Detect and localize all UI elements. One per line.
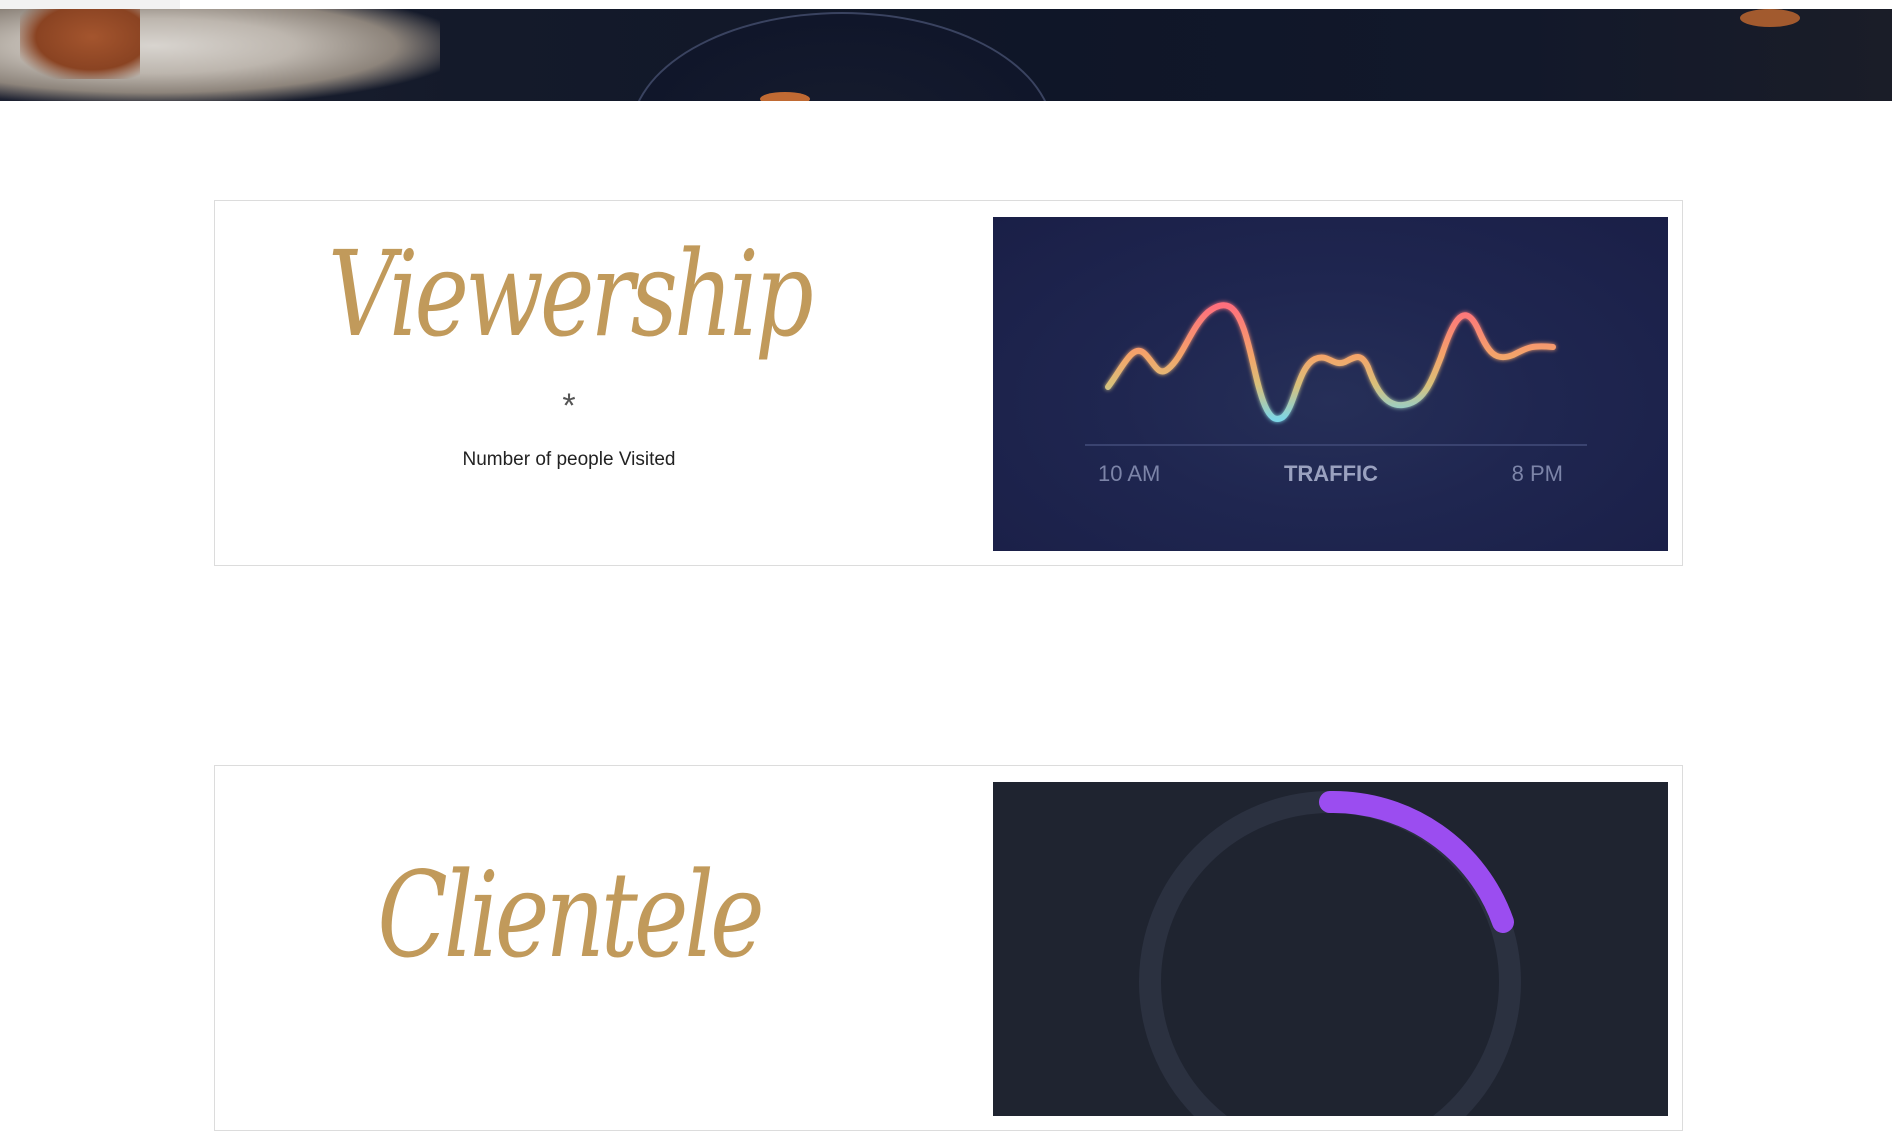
hero-nut xyxy=(1740,9,1800,27)
donut-progress-arc xyxy=(1319,790,1514,933)
hero-plate xyxy=(630,12,1054,101)
traffic-chart-image: 10 AM TRAFFIC 8 PM xyxy=(993,217,1668,551)
viewership-title: Viewership xyxy=(328,225,814,363)
viewership-card: Viewership * Number of people Visited 10… xyxy=(214,200,1683,566)
traffic-center-label: TRAFFIC xyxy=(1284,461,1378,486)
clientele-title: Clientele xyxy=(377,846,764,984)
asterisk-divider: * xyxy=(562,387,576,425)
hero-dish-accent xyxy=(20,9,140,79)
traffic-right-label: 8 PM xyxy=(1512,461,1563,486)
hero-top-strip-left xyxy=(0,0,180,9)
traffic-left-label: 10 AM xyxy=(1098,461,1160,486)
traffic-wave-line xyxy=(1105,302,1556,422)
hero-banner-image xyxy=(0,0,1892,101)
hero-top-strip xyxy=(0,0,1892,9)
hero-food-piece xyxy=(760,92,810,101)
donut-chart-image xyxy=(993,782,1668,1131)
donut-chart-svg xyxy=(1139,790,1521,1131)
viewership-subtitle: Number of people Visited xyxy=(462,449,676,470)
traffic-chart-svg: 10 AM TRAFFIC 8 PM xyxy=(1085,302,1587,486)
clientele-card: Clientele xyxy=(214,765,1683,1131)
